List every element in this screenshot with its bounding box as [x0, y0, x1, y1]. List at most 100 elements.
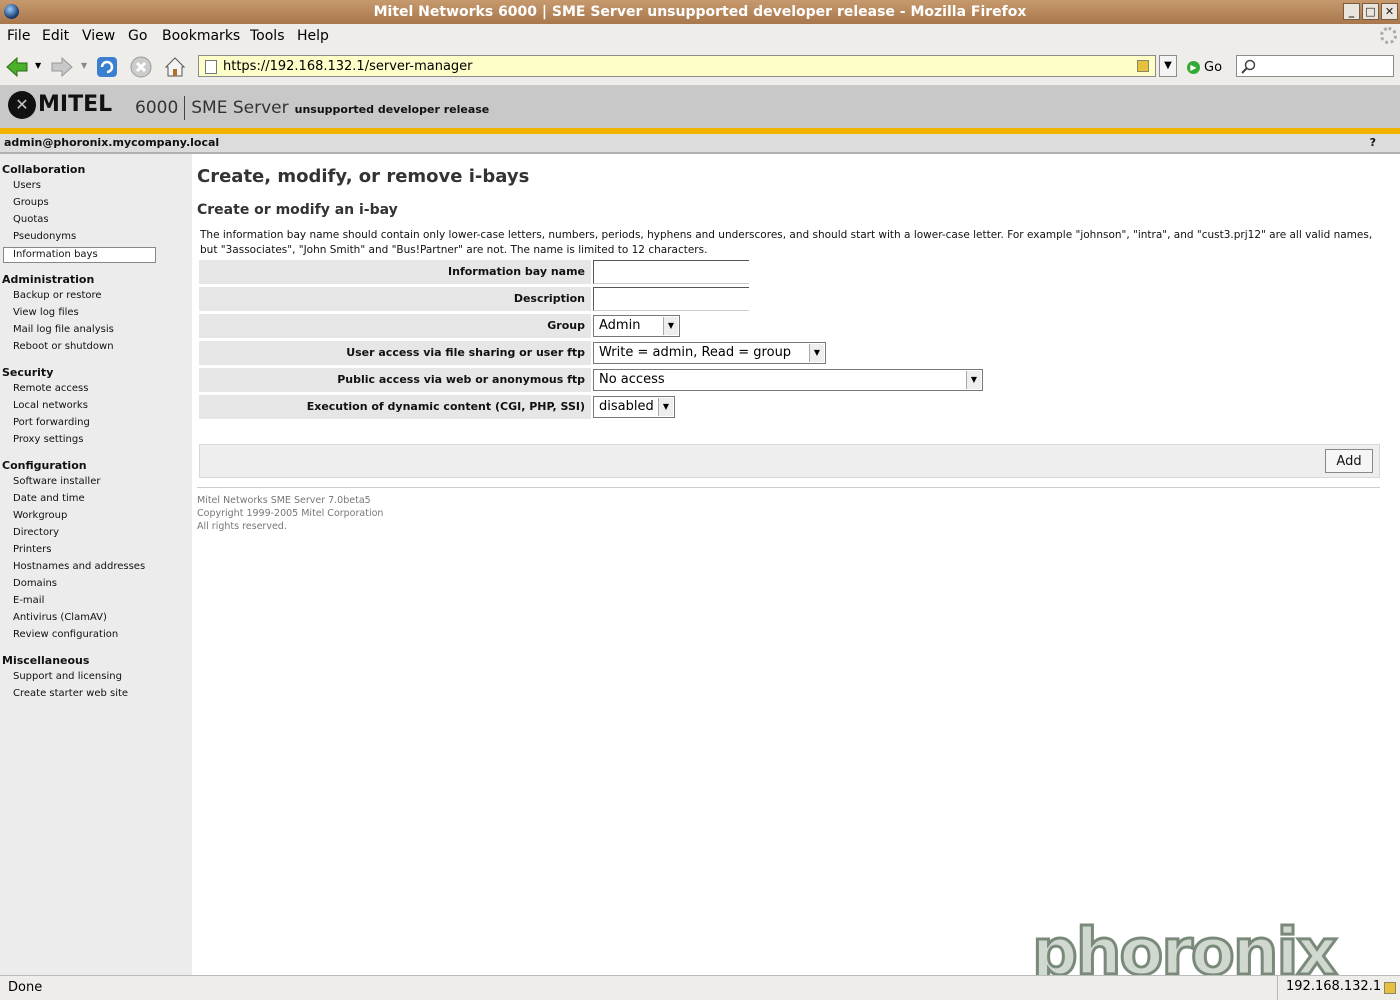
back-arrow-icon[interactable]: [5, 55, 29, 79]
footer-version: Mitel Networks SME Server 7.0beta5: [197, 495, 371, 506]
chevron-down-icon: ▼: [809, 344, 824, 362]
status-bar: Done 192.168.132.1: [0, 975, 1400, 1000]
ibay-name-label: Information bay name: [448, 265, 585, 278]
form-row-public-access: Public access via web or anonymous ftp: [199, 368, 591, 392]
ibay-name-help-text: The information bay name should contain …: [200, 229, 1373, 256]
sidebar-item-starter-web-site[interactable]: Create starter web site: [13, 688, 128, 699]
sidebar-item-backup[interactable]: Backup or restore: [13, 290, 102, 301]
forward-dropdown-icon[interactable]: ▼: [81, 61, 87, 70]
minimize-button[interactable]: _: [1343, 3, 1360, 20]
sidebar-item-printers[interactable]: Printers: [13, 544, 51, 555]
public-access-label: Public access via web or anonymous ftp: [337, 373, 585, 386]
user-bar: admin@phoronix.mycompany.local ?: [0, 134, 1400, 154]
sidebar-item-date-time[interactable]: Date and time: [13, 493, 85, 504]
sidebar-item-port-forwarding[interactable]: Port forwarding: [13, 417, 90, 428]
menu-file[interactable]: File: [7, 28, 30, 44]
menu-view[interactable]: View: [82, 28, 115, 44]
user-access-label: User access via file sharing or user ftp: [346, 346, 585, 359]
sidebar-item-software-installer[interactable]: Software installer: [13, 476, 100, 487]
search-input[interactable]: [1236, 55, 1394, 77]
sidebar-item-hostnames[interactable]: Hostnames and addresses: [13, 561, 145, 572]
sidebar-item-email[interactable]: E-mail: [13, 595, 44, 606]
back-dropdown-icon[interactable]: ▼: [35, 61, 41, 70]
menu-edit[interactable]: Edit: [42, 28, 69, 44]
page-icon: [205, 60, 217, 74]
add-button[interactable]: Add: [1325, 449, 1373, 473]
sidebar-item-view-log-files[interactable]: View log files: [13, 307, 79, 318]
sidebar-item-information-bays[interactable]: Information bays: [3, 247, 156, 263]
sidebar-item-antivirus[interactable]: Antivirus (ClamAV): [13, 612, 107, 623]
url-text: https://192.168.132.1/server-manager: [223, 59, 473, 74]
sidebar-section-security: Security: [2, 366, 54, 379]
address-bar[interactable]: https://192.168.132.1/server-manager: [198, 55, 1156, 77]
padlock-icon[interactable]: [1137, 60, 1149, 72]
status-text: Done: [8, 980, 43, 995]
search-icon[interactable]: [1241, 59, 1257, 75]
navigation-toolbar: ▼ ▼ https://192.168.132.1/server-manager…: [0, 49, 1400, 86]
form-row-user-access: User access via file sharing or user ftp: [199, 341, 591, 365]
mitel-logo: ✕ MITEL: [8, 91, 112, 119]
firefox-icon: [4, 4, 19, 19]
forward-arrow-icon[interactable]: [50, 55, 74, 79]
menu-bar: File Edit View Go Bookmarks Tools Help: [0, 24, 1400, 49]
chevron-down-icon: ▼: [658, 398, 673, 416]
menu-tools[interactable]: Tools: [250, 28, 285, 44]
section-title: Create or modify an i-bay: [197, 202, 398, 218]
sidebar-item-proxy-settings[interactable]: Proxy settings: [13, 434, 83, 445]
sidebar-item-groups[interactable]: Groups: [13, 197, 49, 208]
sidebar-item-local-networks[interactable]: Local networks: [13, 400, 88, 411]
sidebar-item-reboot[interactable]: Reboot or shutdown: [13, 341, 114, 352]
ibay-name-input[interactable]: [593, 260, 749, 284]
description-input[interactable]: [593, 287, 749, 311]
sidebar-item-mail-log-analysis[interactable]: Mail log file analysis: [13, 324, 114, 335]
go-button[interactable]: ▶ Go: [1187, 60, 1222, 75]
menu-bookmarks[interactable]: Bookmarks: [162, 28, 240, 44]
status-host[interactable]: 192.168.132.1: [1277, 976, 1400, 1000]
mitel-logo-icon: ✕: [8, 91, 36, 119]
logged-in-user: admin@phoronix.mycompany.local: [4, 136, 220, 149]
description-label: Description: [513, 292, 585, 305]
menu-go[interactable]: Go: [128, 28, 147, 44]
stop-icon[interactable]: [129, 55, 153, 79]
user-access-select[interactable]: Write = admin, Read = group ▼: [593, 342, 826, 364]
group-label: Group: [547, 319, 585, 332]
form-row-description: Description: [199, 287, 591, 311]
divider: [197, 487, 1380, 488]
sidebar-item-support-licensing[interactable]: Support and licensing: [13, 671, 122, 682]
home-icon[interactable]: [163, 55, 187, 79]
reload-icon[interactable]: [95, 55, 119, 79]
sidebar-item-quotas[interactable]: Quotas: [13, 214, 49, 225]
sidebar-item-directory[interactable]: Directory: [13, 527, 59, 538]
padlock-icon[interactable]: [1384, 982, 1396, 994]
sidebar-item-domains[interactable]: Domains: [13, 578, 57, 589]
sidebar: Collaboration Users Groups Quotas Pseudo…: [0, 154, 192, 975]
sidebar-section-collaboration: Collaboration: [2, 163, 86, 176]
footer-rights: All rights reserved.: [197, 521, 287, 532]
help-link[interactable]: ?: [1370, 136, 1376, 149]
footer-copyright: Copyright 1999-2005 Mitel Corporation: [197, 508, 384, 519]
dynamic-content-select[interactable]: disabled ▼: [593, 396, 675, 418]
form-action-bar: Add: [199, 444, 1380, 478]
go-arrow-icon: ▶: [1187, 61, 1200, 74]
sidebar-item-workgroup[interactable]: Workgroup: [13, 510, 67, 521]
public-access-select[interactable]: No access ▼: [593, 369, 983, 391]
product-title: 6000 SME Server unsupported developer rele…: [135, 96, 490, 120]
sidebar-item-remote-access[interactable]: Remote access: [13, 383, 88, 394]
maximize-button[interactable]: □: [1362, 3, 1379, 20]
sidebar-item-review-configuration[interactable]: Review configuration: [13, 629, 118, 640]
sidebar-section-configuration: Configuration: [2, 459, 87, 472]
chevron-down-icon: ▼: [663, 317, 678, 335]
sidebar-item-pseudonyms[interactable]: Pseudonyms: [13, 231, 76, 242]
sme-header: ✕ MITEL 6000 SME Server unsupported develop…: [0, 86, 1400, 128]
sidebar-item-users[interactable]: Users: [13, 180, 41, 191]
close-window-button[interactable]: ✕: [1381, 3, 1398, 20]
activity-throbber-icon: [1380, 27, 1397, 44]
window-titlebar: Mitel Networks 6000 | SME Server unsuppo…: [0, 0, 1400, 24]
form-row-group: Group: [199, 314, 591, 338]
menu-help[interactable]: Help: [297, 28, 329, 44]
form-row-dynamic-content: Execution of dynamic content (CGI, PHP, …: [199, 395, 591, 419]
url-history-dropdown[interactable]: ▼: [1159, 55, 1177, 77]
group-select[interactable]: Admin ▼: [593, 315, 680, 337]
form-row-name: Information bay name: [199, 260, 591, 284]
page-title: Create, modify, or remove i-bays: [197, 166, 530, 187]
